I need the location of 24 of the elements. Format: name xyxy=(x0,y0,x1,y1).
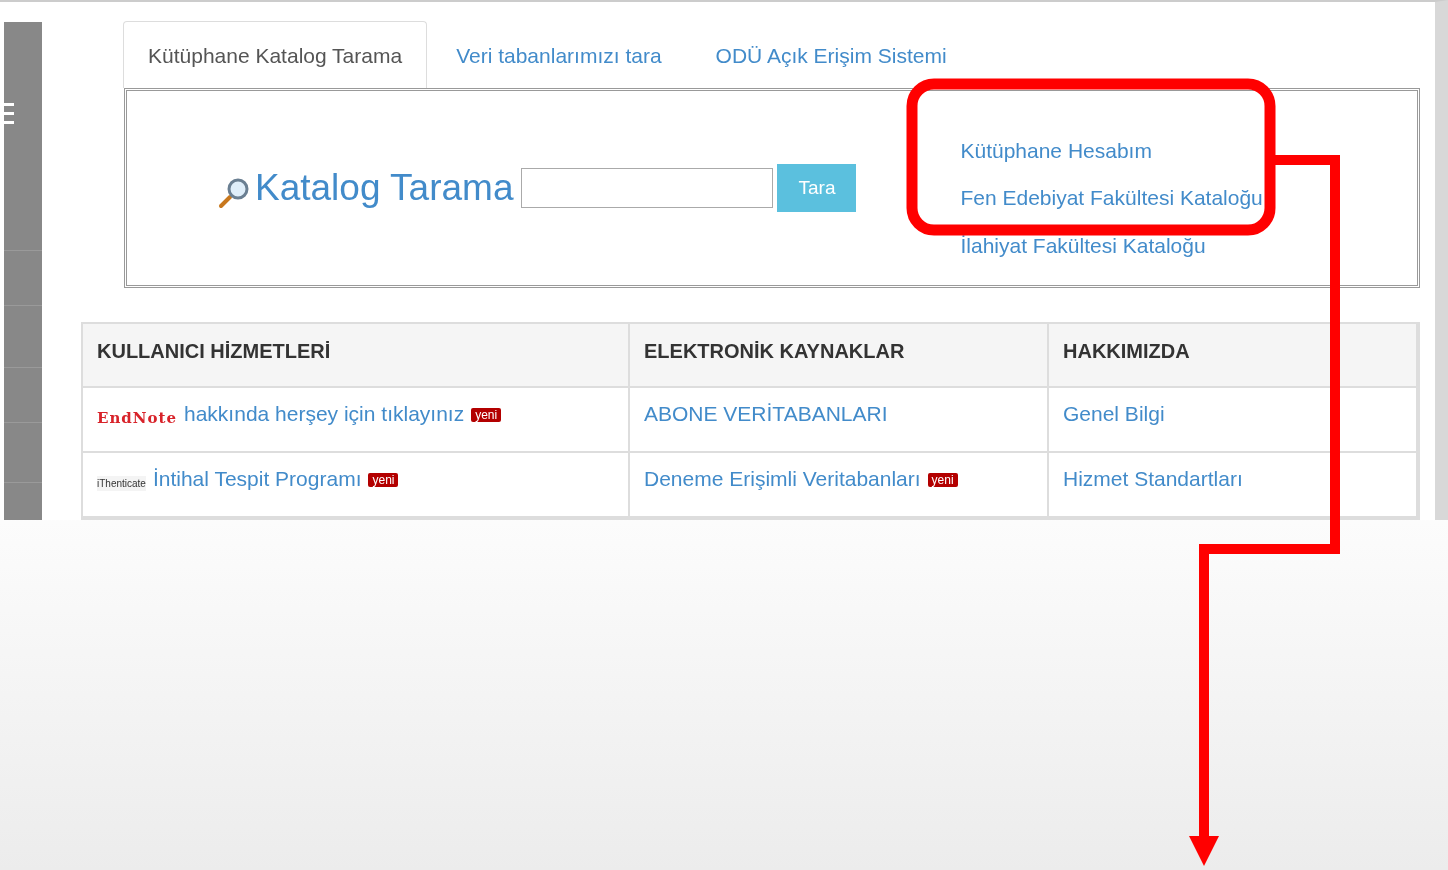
new-badge: yeni xyxy=(927,473,958,487)
cell-link[interactable]: Genel Bilgi xyxy=(1063,398,1165,430)
tab[interactable]: Kütüphane Katalog Tarama xyxy=(123,21,428,88)
column-header: ELEKTRONİK KAYNAKLAR xyxy=(630,324,1049,388)
column-header: KULLANICI HİZMETLERİ xyxy=(83,324,630,388)
search-title: Katalog Tarama xyxy=(255,166,514,210)
catalog-link[interactable]: Fen Edebiyat Fakültesi Kataloğu xyxy=(960,182,1263,214)
tab[interactable]: Veri tabanlarımızı tara xyxy=(431,21,687,88)
search-button[interactable]: Tara xyxy=(777,163,857,212)
catalog-link[interactable]: İlahiyat Fakültesi Kataloğu xyxy=(960,229,1263,261)
cell-link[interactable]: Hizmet Standartları xyxy=(1063,463,1243,495)
ithenticate-logo: iThenticate xyxy=(97,476,146,491)
search-field[interactable] xyxy=(521,167,774,208)
cell-link[interactable]: ABONE VERİTABANLARI xyxy=(644,398,888,430)
catalog-link[interactable]: Kütüphane Hesabım xyxy=(960,134,1263,166)
endnote-logo: EndNote xyxy=(97,408,177,429)
cell-link[interactable]: Deneme Erişimli Veritabanları xyxy=(644,463,921,495)
new-badge: yeni xyxy=(368,473,399,487)
cell-link[interactable]: hakkında herşey için tıklayınız xyxy=(184,398,465,430)
menu-icon[interactable] xyxy=(4,102,14,126)
column-header: HAKKIMIZDA xyxy=(1049,324,1418,388)
cell-link[interactable]: İntihal Tespit Programı xyxy=(152,463,362,495)
new-badge: yeni xyxy=(471,408,502,422)
tab[interactable]: ODÜ Açık Erişim Sistemi xyxy=(690,21,972,88)
